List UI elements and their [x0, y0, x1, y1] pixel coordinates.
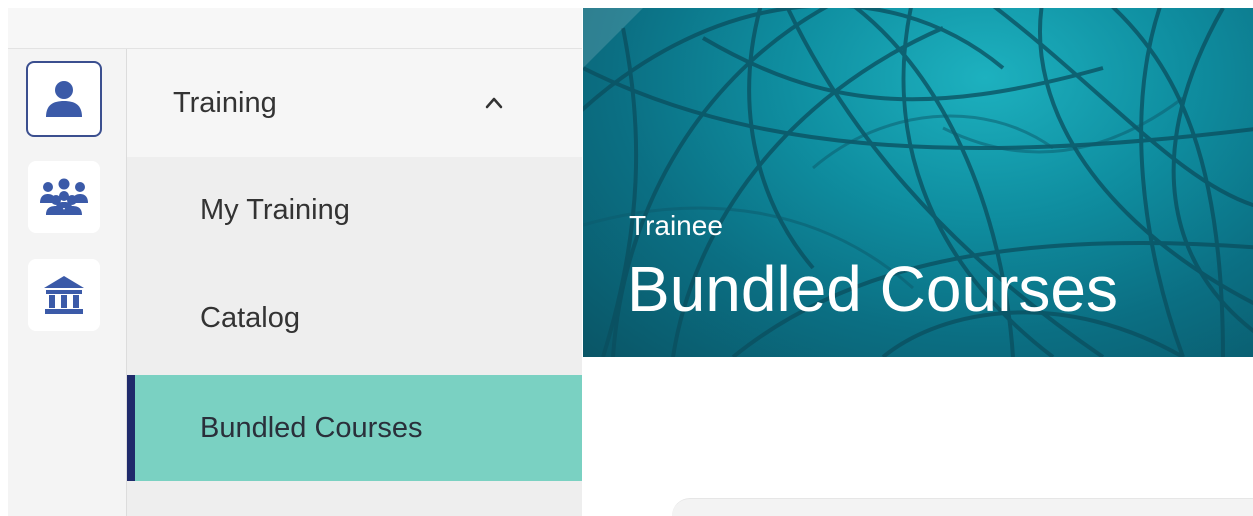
nav-item-catalog[interactable]: Catalog	[127, 265, 582, 371]
group-icon	[38, 175, 90, 219]
nav-item-label: Bundled Courses	[200, 411, 423, 444]
icon-rail	[8, 49, 127, 516]
page: Training My Training Catalog Bundled Cou…	[0, 0, 1253, 516]
rail-user-button[interactable]	[26, 61, 102, 137]
hero-subtitle: Trainee	[629, 210, 723, 241]
nav-section-training[interactable]: Training	[127, 49, 582, 157]
rail-institution-button[interactable]	[28, 259, 100, 331]
content-card	[672, 498, 1253, 516]
nav-section-label: Training	[173, 86, 277, 119]
rail-group-button[interactable]	[28, 161, 100, 233]
nav-item-my-training[interactable]: My Training	[127, 157, 582, 263]
nav-item-bundled-courses[interactable]: Bundled Courses	[127, 375, 582, 481]
nav-item-label: My Training	[200, 193, 350, 226]
institution-icon	[42, 273, 86, 317]
chevron-up-icon[interactable]	[484, 93, 504, 113]
hero-banner: Trainee Bundled Courses	[583, 8, 1253, 357]
user-icon	[42, 77, 86, 121]
nav-item-label: Catalog	[200, 301, 300, 334]
nav-panel: Training My Training Catalog Bundled Cou…	[127, 49, 582, 516]
page-title: Bundled Courses	[627, 253, 1118, 325]
top-bar	[8, 8, 582, 49]
